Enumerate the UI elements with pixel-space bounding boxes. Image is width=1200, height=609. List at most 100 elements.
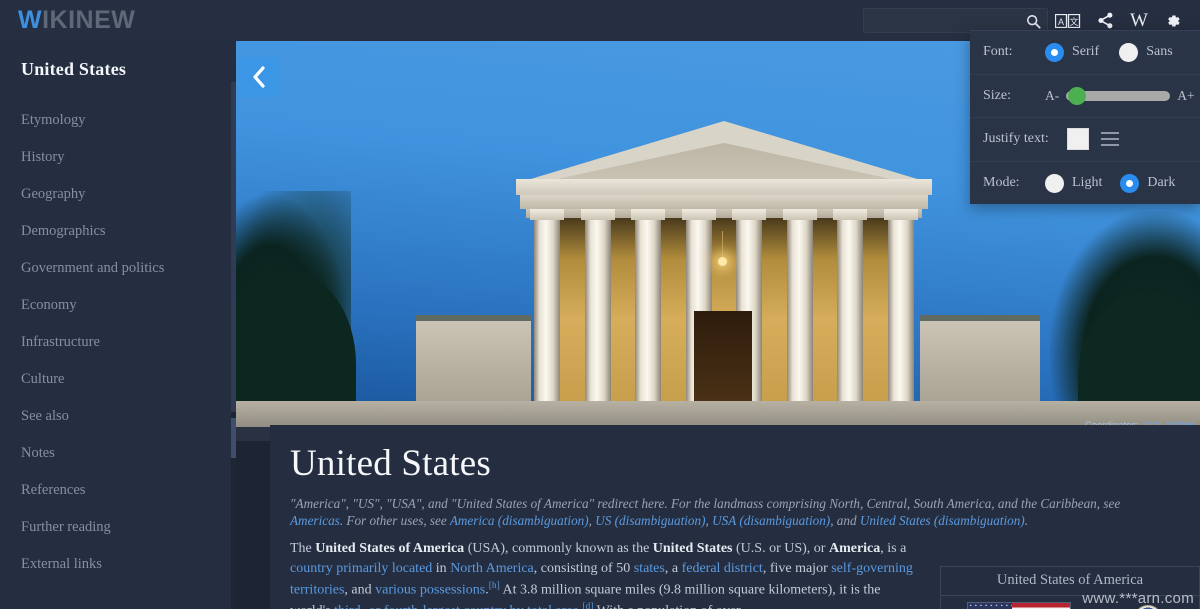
settings-row-mode: Mode: Light Dark [970,162,1200,206]
hatnote-link-united-states-disambiguation[interactable]: United States (disambiguation) [860,513,1025,528]
supreme-court-building [502,121,946,441]
column [833,209,868,403]
justify-lines-icon[interactable] [1101,132,1119,147]
size-label: Size: [983,87,1011,103]
font-option-sans-label: Sans [1146,44,1173,60]
lead-link-north-america[interactable]: North America [450,561,534,576]
justify-label: Justify text: [983,131,1049,147]
font-option-serif-label: Serif [1072,44,1100,60]
mode-option-light[interactable]: Light [1045,173,1102,193]
flag-of-the-united-states-icon [966,602,1071,609]
sidebar-item-geography[interactable]: Geography [0,176,236,213]
radio-sans-icon[interactable] [1119,42,1139,62]
lead-paragraph: The United States of America (USA), comm… [290,539,918,609]
hatnote-text-1: "America", "US", "USA", and "United Stat… [290,495,1121,511]
hatnote-link-usa-disambiguation[interactable]: USA (disambiguation) [712,513,830,528]
sidebar-item-notes[interactable]: Notes [0,435,236,472]
lead-t14: With a population of over [593,604,741,609]
sidebar-item-label: Etymology [21,112,86,128]
logo-w: W [18,6,43,34]
hatnote: "America", "US", "USA", and "United Stat… [290,495,1145,529]
hatnote-text-6: . [1024,512,1028,528]
search-input[interactable] [869,9,1024,32]
justify-checkbox[interactable] [1067,128,1089,151]
sidebar-item-see-also[interactable]: See also [0,398,236,435]
settings-row-size: Size: A- A+ [970,75,1200,118]
mode-label: Mode: [983,175,1020,191]
sidebar-item-infrastructure[interactable]: Infrastructure [0,324,236,361]
sidebar-scrollbar-thumb[interactable] [231,82,236,412]
size-increase-label[interactable]: A+ [1177,88,1194,104]
lead-link-various-possessions[interactable]: various possessions [375,583,485,598]
lead-t4: , is a [880,540,907,556]
mode-option-dark[interactable]: Dark [1120,173,1176,193]
lead-link-federal-district[interactable]: federal district [682,561,763,576]
sidebar-item-external-links[interactable]: External links [0,546,236,583]
sidebar-item-government-and-politics[interactable]: Government and politics [0,250,236,287]
entrance-lamp [718,257,727,266]
chevron-left-icon [253,66,265,88]
sidebar-item-label: External links [21,556,102,572]
lead-t3: (U.S. or US), or [732,540,829,556]
sidebar-item-label: Infrastructure [21,334,100,350]
sidebar-item-label: References [21,482,86,498]
page-title: United States [290,443,491,484]
lead-link-states[interactable]: states [634,561,665,576]
lead-t7: , consisting of 50 [533,561,634,577]
column [580,209,615,403]
column [631,209,666,403]
hatnote-link-americas[interactable]: Americas [290,513,340,528]
sidebar-item-economy[interactable]: Economy [0,287,236,324]
font-option-sans[interactable]: Sans [1119,42,1173,62]
sidebar-item-label: Government and politics [21,260,165,276]
hatnote-link-america-disambiguation[interactable]: America (disambiguation) [450,513,589,528]
sidebar-scrollbar[interactable] [231,82,236,609]
mode-option-dark-label: Dark [1147,175,1176,191]
settings-row-font: Font: Serif Sans [970,31,1200,75]
font-option-serif[interactable]: Serif [1045,42,1100,62]
lead-link-country[interactable]: country [290,561,333,576]
sidebar-item-demographics[interactable]: Demographics [0,213,236,250]
lead-link-primarily-located[interactable]: primarily located [336,561,432,576]
lead-bold-america: America [828,540,881,556]
radio-serif-icon[interactable] [1045,42,1064,62]
hatnote-link-us-disambiguation[interactable]: US (disambiguation) [595,513,705,528]
app-root: WIKINEW A 文 W United States Etymology Hi… [0,0,1200,609]
sidebar-item-label: Geography [21,186,86,202]
sidebar-item-label: See also [21,408,69,424]
sidebar-item-history[interactable]: History [0,139,236,176]
sidebar-item-etymology[interactable]: Etymology [0,102,236,139]
radio-light-icon[interactable] [1045,173,1064,193]
sidebar-item-references[interactable]: References [0,472,236,509]
font-size-slider-knob[interactable] [1068,86,1087,105]
lamp-cord [722,231,723,258]
article-panel: United States "America", "US", "USA", an… [270,425,1200,609]
sidebar-scrollbar-thumb-secondary[interactable] [231,418,236,458]
sidebar-item-culture[interactable]: Culture [0,361,236,398]
lead-bold-united-states: United States [652,540,733,556]
sidebar-item-label: Further reading [21,519,111,535]
entablature-2 [520,195,928,209]
sidebar-title: United States [21,59,127,79]
font-size-slider[interactable] [1066,86,1171,105]
column [530,209,564,403]
sidebar-item-label: Economy [21,297,77,313]
back-button[interactable] [239,57,279,97]
lead-t10: , and [344,582,376,598]
app-logo[interactable]: WIKINEW [18,8,135,33]
size-decrease-label[interactable]: A- [1045,88,1059,104]
search-icon[interactable] [1023,11,1044,32]
lead-ref-h[interactable]: [h] [489,581,500,591]
lead-t8: , a [664,561,682,577]
font-label: Font: [983,44,1013,60]
lead-link-largest-country-by-area[interactable]: third- or fourth-largest country by tota… [334,604,579,609]
lead-t9: , five major [762,561,832,577]
sidebar: United States Etymology History Geograph… [0,41,236,609]
radio-dark-icon[interactable] [1120,173,1140,193]
settings-row-justify: Justify text: [970,118,1200,162]
hatnote-text-2: . For other uses, see [339,512,450,528]
entablature-1 [516,179,932,195]
lead-ref-d[interactable]: [d] [582,602,593,609]
sidebar-item-further-reading[interactable]: Further reading [0,509,236,546]
logo-rest: IKINEW [42,6,136,34]
